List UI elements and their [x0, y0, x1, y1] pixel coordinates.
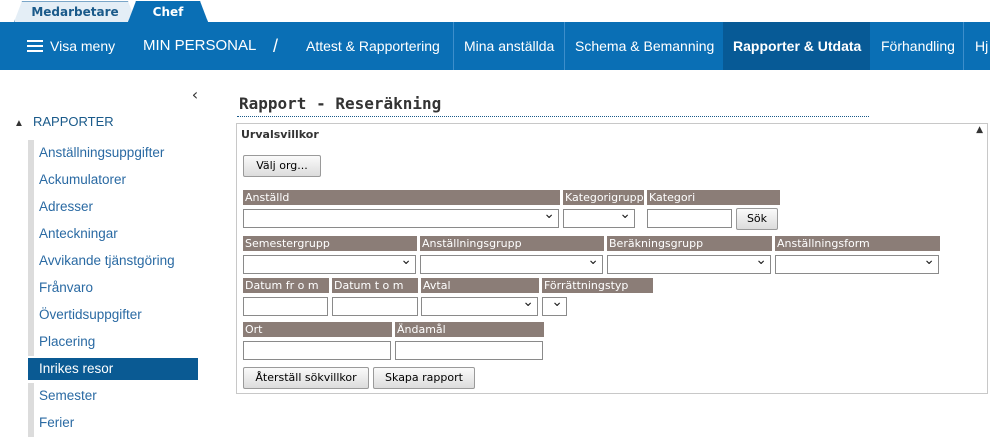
caret-up-icon: ▲: [14, 118, 24, 129]
forrattningstyp-select[interactable]: [542, 294, 567, 316]
sidebar-item-placering[interactable]: Placering: [28, 329, 198, 356]
nav-item-attest-rapportering[interactable]: Attest & Rapportering: [306, 22, 440, 70]
datum-tom-input[interactable]: [332, 297, 418, 316]
label-avtal: Avtal: [421, 278, 539, 293]
label-kategori: Kategori: [647, 190, 780, 205]
page-title: Rapport - Reseräkning: [239, 94, 442, 113]
sidebar-item-semester[interactable]: Semester: [28, 383, 198, 410]
label-andamal: Ändamål: [395, 322, 544, 337]
semestergrupp-select[interactable]: [243, 252, 416, 274]
nav-divider: [564, 22, 565, 70]
sidebar-item-avvikande-tjanstgoring[interactable]: Avvikande tjänstgöring: [28, 248, 198, 275]
main-navbar: Visa meny MIN PERSONAL / Attest & Rappor…: [0, 22, 990, 70]
nav-item-rapporter-utdata[interactable]: Rapporter & Utdata: [723, 22, 870, 70]
label-berakningsgrupp: Beräkningsgrupp: [607, 236, 772, 251]
sidebar-item-inrikes-resor[interactable]: Inrikes resor: [28, 358, 198, 380]
anstalld-select[interactable]: [243, 206, 559, 228]
tab-medarbetare[interactable]: Medarbetare: [14, 1, 136, 22]
label-datum-tom: Datum t o m: [332, 278, 418, 293]
sidebar-item-ferier[interactable]: Ferier: [28, 410, 198, 437]
kategorigrupp-select[interactable]: [563, 206, 635, 228]
chevron-left-icon[interactable]: ‹: [186, 86, 204, 104]
role-tabs: Medarbetare Chef: [0, 0, 990, 22]
label-semestergrupp: Semestergrupp: [243, 236, 417, 251]
create-report-button[interactable]: Skapa rapport: [373, 367, 475, 389]
sidebar-item-anteckningar[interactable]: Anteckningar: [28, 221, 198, 248]
nav-item-hjalp[interactable]: Hj: [975, 22, 988, 70]
sidebar-item-franvaro[interactable]: Frånvaro: [28, 275, 198, 302]
label-anstallningsgrupp: Anställningsgrupp: [420, 236, 604, 251]
sidebar-item-adresser[interactable]: Adresser: [28, 194, 198, 221]
hamburger-menu-icon[interactable]: [27, 40, 43, 52]
breadcrumb-separator: /: [273, 36, 279, 56]
sidebar-item-anstallningsuppgifter[interactable]: Anställningsuppgifter: [28, 140, 198, 167]
tab-chef[interactable]: Chef: [128, 1, 208, 22]
nav-item-schema-bemanning[interactable]: Schema & Bemanning: [575, 22, 714, 70]
show-menu-button[interactable]: Visa meny: [50, 22, 115, 70]
select-org-button[interactable]: Välj org...: [243, 155, 321, 177]
kategori-input[interactable]: [647, 209, 732, 228]
label-anstalld: Anställd: [243, 190, 560, 205]
panel-title: Urvalsvillkor: [241, 128, 319, 141]
nav-item-mina-anstallda[interactable]: Mina anställda: [464, 22, 554, 70]
avtal-select[interactable]: [421, 294, 538, 316]
anstallningsform-select[interactable]: [775, 252, 939, 274]
label-kategorigrupp: Kategorigrupp: [563, 190, 644, 205]
nav-divider: [453, 22, 454, 70]
berakningsgrupp-select[interactable]: [607, 252, 771, 274]
andamal-input[interactable]: [395, 341, 543, 360]
label-anstallningsform: Anställningsform: [775, 236, 940, 251]
section-title[interactable]: MIN PERSONAL: [143, 22, 256, 70]
sidebar-list: Anställningsuppgifter Ackumulatorer Adre…: [28, 140, 198, 437]
sidebar-item-overtidsuppgifter[interactable]: Övertidsuppgifter: [28, 302, 198, 329]
datum-from-input[interactable]: [243, 297, 328, 316]
section-header-label: RAPPORTER: [33, 114, 114, 129]
search-button[interactable]: Sök: [736, 208, 778, 230]
nav-item-forhandling[interactable]: Förhandling: [881, 22, 955, 70]
section-header-rapporter[interactable]: ▲ RAPPORTER: [14, 114, 114, 132]
label-ort: Ort: [243, 322, 392, 337]
sidebar-item-ackumulatorer[interactable]: Ackumulatorer: [28, 167, 198, 194]
collapse-panel-icon[interactable]: ▲: [976, 125, 983, 135]
anstallningsgrupp-select[interactable]: [420, 252, 603, 274]
ort-input[interactable]: [243, 341, 391, 360]
label-forrattningstyp: Förrättningstyp: [542, 278, 653, 293]
label-datum-from: Datum fr o m: [243, 278, 329, 293]
title-divider: [237, 116, 869, 117]
nav-divider: [963, 22, 964, 70]
reset-criteria-button[interactable]: Återställ sökvillkor: [243, 367, 369, 389]
